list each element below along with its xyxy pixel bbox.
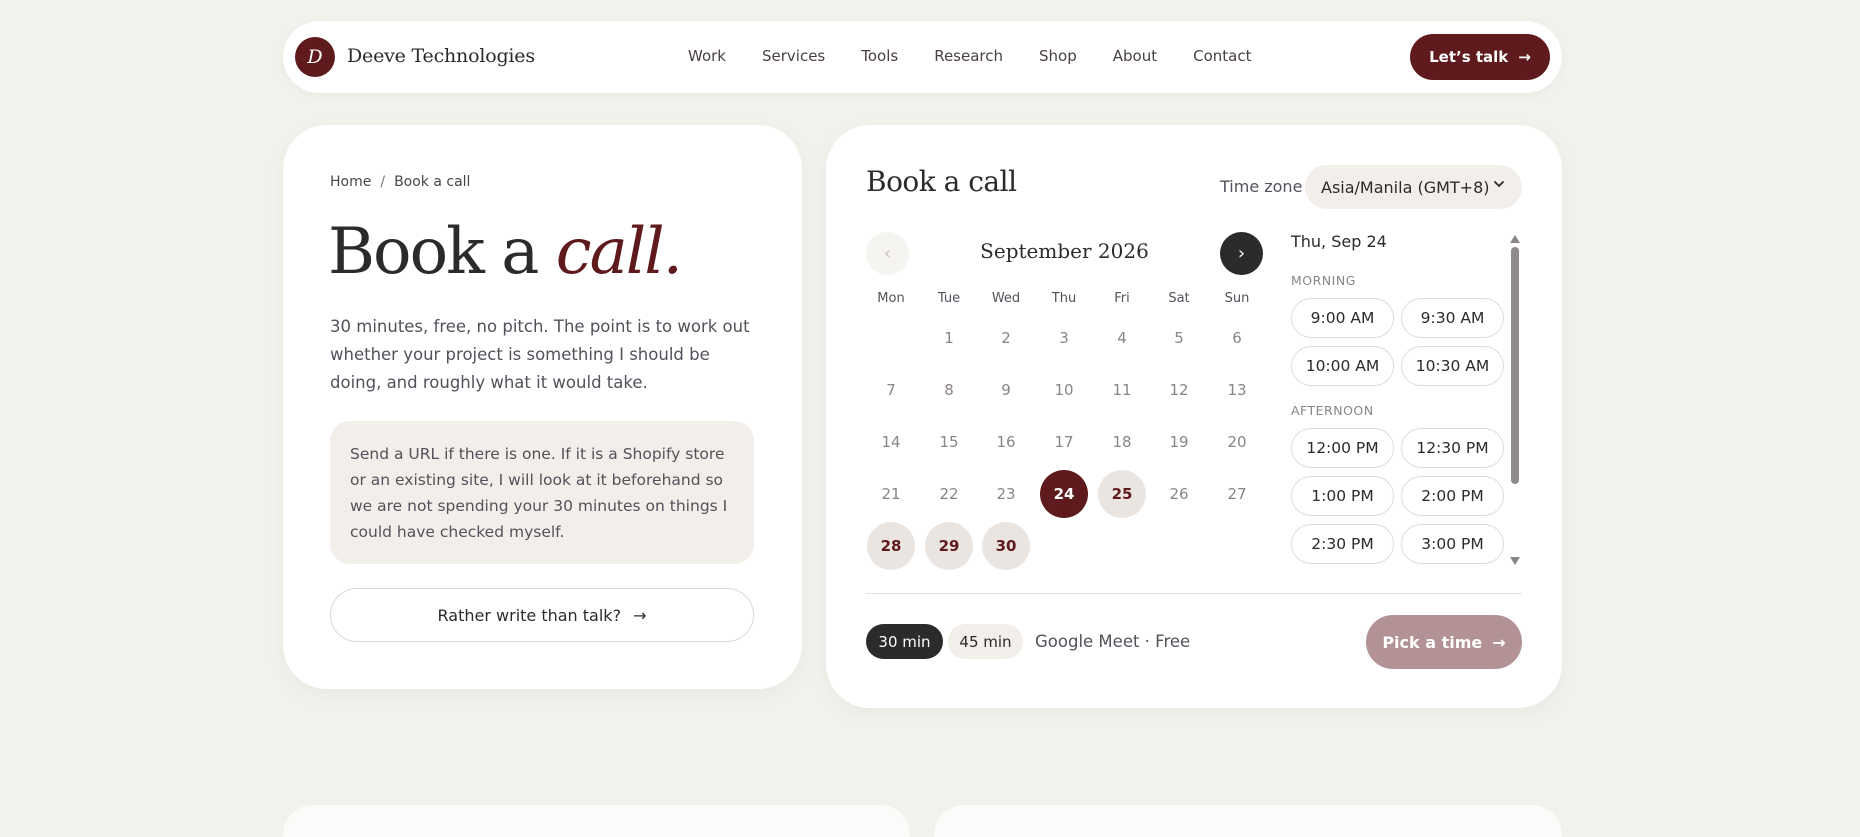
calendar-day: 15 — [939, 433, 959, 451]
scroll-up-icon[interactable] — [1510, 235, 1520, 243]
duration-30-button[interactable]: 30 min — [866, 624, 943, 659]
next-section-card-right — [934, 805, 1562, 837]
calendar-day: 12 — [1169, 381, 1189, 399]
nav-link-about[interactable]: About — [1113, 47, 1157, 65]
pick-time-label: Pick a time — [1382, 632, 1483, 652]
timezone-label: Time zone — [1220, 177, 1303, 196]
calendar-day: 5 — [1174, 329, 1184, 347]
weekday-tue: Tue — [937, 291, 961, 306]
breadcrumb-current: Book a call — [394, 174, 471, 190]
url-note: Send a URL if there is one. If it is a S… — [330, 421, 754, 564]
nav-link-contact[interactable]: Contact — [1193, 47, 1251, 65]
time-slot[interactable]: 12:00 PM — [1291, 428, 1394, 468]
lets-talk-button[interactable]: Let’s talk → — [1410, 34, 1550, 80]
time-slot[interactable]: 3:00 PM — [1401, 524, 1504, 564]
top-nav: D Deeve Technologies Work Services Tools… — [283, 21, 1562, 93]
timezone-value: Asia/Manila (GMT+8) — [1321, 177, 1490, 197]
calendar-day: 27 — [1227, 485, 1247, 503]
title-main: Book a — [328, 215, 539, 289]
time-slot[interactable]: 10:30 AM — [1401, 346, 1504, 386]
calendar-day: 26 — [1169, 485, 1189, 503]
nav-link-work[interactable]: Work — [688, 47, 726, 65]
meeting-info: Google Meet · Free — [1035, 632, 1191, 651]
scrollbar-thumb[interactable] — [1511, 247, 1519, 484]
booking-title: Book a call — [866, 165, 1017, 198]
time-slot[interactable]: 9:00 AM — [1291, 298, 1394, 338]
time-slot[interactable]: 9:30 AM — [1401, 298, 1504, 338]
calendar-day: 6 — [1232, 329, 1242, 347]
arrow-right-icon: → — [633, 605, 647, 625]
weekday-fri: Fri — [1114, 291, 1130, 306]
next-section-card-left — [283, 805, 910, 837]
nav-link-research[interactable]: Research — [934, 47, 1003, 65]
time-slot[interactable]: 10:00 AM — [1291, 346, 1394, 386]
calendar-day: 4 — [1117, 329, 1127, 347]
calendar-day: 13 — [1227, 381, 1247, 399]
slots-scrollbar[interactable] — [1510, 235, 1520, 565]
calendar-day: 14 — [881, 433, 901, 451]
calendar-month: September 2026 — [980, 239, 1149, 263]
nav-links: Work Services Tools Research Shop About … — [688, 47, 1287, 65]
intro-card: Home / Book a call Book a call. 30 minutes… — [283, 125, 802, 689]
timezone-select[interactable]: Asia/Manila (GMT+8) — [1305, 165, 1522, 209]
calendar-day: 17 — [1054, 433, 1074, 451]
nav-link-tools[interactable]: Tools — [861, 47, 898, 65]
breadcrumb-home[interactable]: Home — [330, 174, 371, 190]
morning-label: MORNING — [1291, 273, 1356, 288]
calendar-day: 2 — [1001, 329, 1011, 347]
title-accent: call. — [555, 215, 683, 289]
write-instead-button[interactable]: Rather write than talk? → — [330, 588, 754, 642]
afternoon-label: AFTERNOON — [1291, 403, 1374, 418]
time-slot[interactable]: 2:30 PM — [1291, 524, 1394, 564]
write-instead-label: Rather write than talk? — [437, 605, 622, 625]
calendar-day: 16 — [996, 433, 1016, 451]
weekday-thu: Thu — [1051, 291, 1077, 306]
brand-name[interactable]: Deeve Technologies — [347, 45, 535, 67]
selected-date: Thu, Sep 24 — [1291, 232, 1387, 251]
prev-month-button[interactable]: ‹ — [866, 232, 909, 275]
calendar-day[interactable]: 29 — [925, 522, 973, 570]
weekday-mon: Mon — [877, 291, 905, 306]
duration-45-button[interactable]: 45 min — [948, 624, 1023, 659]
calendar-day: 3 — [1059, 329, 1069, 347]
calendar-day: 21 — [881, 485, 901, 503]
calendar-day: 23 — [996, 485, 1016, 503]
breadcrumb-separator: / — [380, 174, 386, 190]
weekday-wed: Wed — [991, 291, 1021, 306]
nav-link-shop[interactable]: Shop — [1039, 47, 1077, 65]
calendar-day[interactable]: 28 — [867, 522, 915, 570]
scroll-down-icon[interactable] — [1510, 557, 1520, 565]
calendar-day: 22 — [939, 485, 959, 503]
divider — [866, 593, 1522, 594]
calendar-day: 10 — [1054, 381, 1074, 399]
breadcrumb: Home / Book a call — [330, 174, 470, 190]
arrow-right-icon: → — [1492, 632, 1506, 652]
weekday-sat: Sat — [1168, 291, 1190, 306]
calendar-day: 1 — [944, 329, 954, 347]
calendar-day: 8 — [944, 381, 954, 399]
calendar-day[interactable]: 25 — [1098, 470, 1146, 518]
time-slot[interactable]: 1:00 PM — [1291, 476, 1394, 516]
calendar-day: 20 — [1227, 433, 1247, 451]
weekday-sun: Sun — [1224, 291, 1250, 306]
calendar-day[interactable]: 24 — [1040, 470, 1088, 518]
arrow-right-icon: → — [1518, 48, 1531, 66]
calendar-day[interactable]: 30 — [982, 522, 1030, 570]
page-title: Book a call. — [328, 215, 683, 289]
calendar-day: 11 — [1112, 381, 1132, 399]
booking-card: Book a call Time zone Asia/Manila (GMT+8… — [826, 125, 1562, 708]
pick-time-button[interactable]: Pick a time → — [1366, 615, 1522, 669]
chevron-down-icon — [1492, 177, 1506, 195]
calendar-day: 7 — [886, 381, 896, 399]
calendar-day: 9 — [1001, 381, 1011, 399]
nav-link-services[interactable]: Services — [762, 47, 825, 65]
calendar-day: 19 — [1169, 433, 1189, 451]
lets-talk-label: Let’s talk — [1429, 48, 1509, 66]
intro-text: 30 minutes, free, no pitch. The point is… — [330, 317, 750, 392]
next-month-button[interactable]: › — [1220, 232, 1263, 275]
time-slot[interactable]: 2:00 PM — [1401, 476, 1504, 516]
calendar-day: 18 — [1112, 433, 1132, 451]
time-slot[interactable]: 12:30 PM — [1401, 428, 1504, 468]
logo-mark[interactable]: D — [295, 37, 335, 77]
